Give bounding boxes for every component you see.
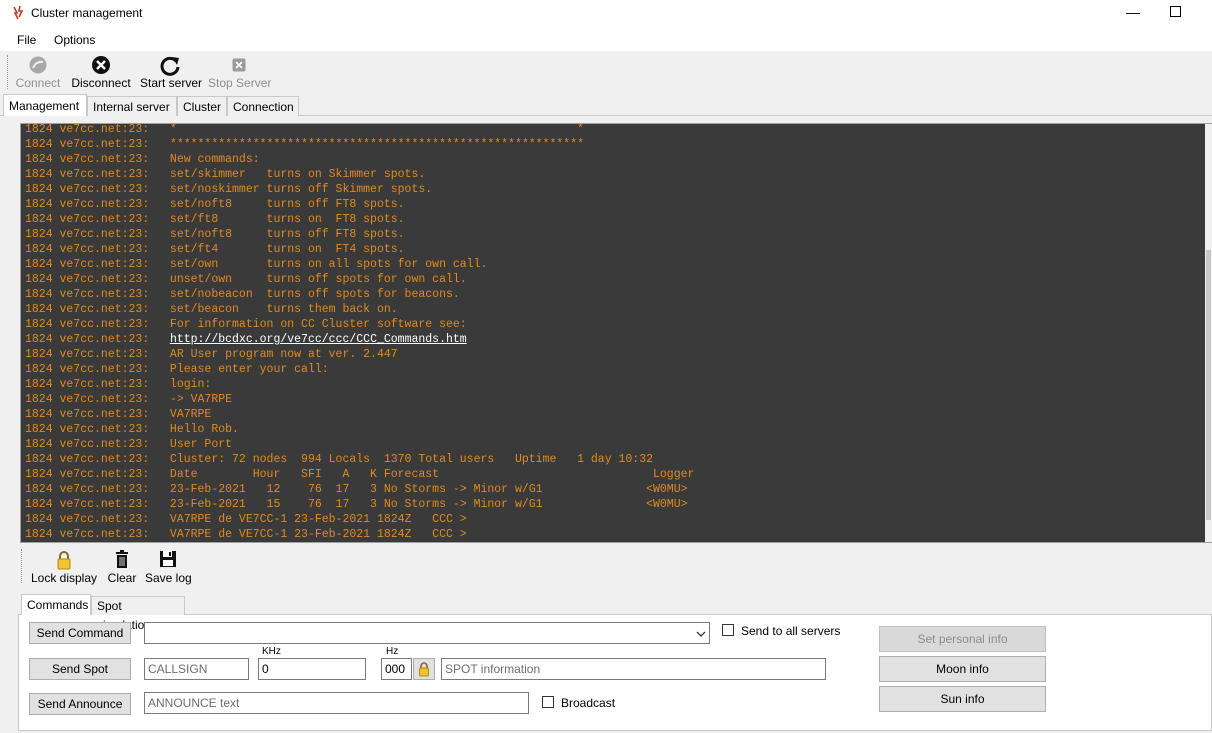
terminal-line: 1824 ve7cc.net:23: Please enter your cal… xyxy=(25,363,329,376)
cluster-terminal[interactable]: 1824 ve7cc.net:23: * * 1824 ve7cc.net:23:… xyxy=(21,124,1205,542)
terminal-line: 1824 ve7cc.net:23: 23-Feb-2021 15 76 17 … xyxy=(25,498,688,511)
terminal-line: 1824 ve7cc.net:23: set/noft8 turns off F… xyxy=(25,228,405,241)
maximize-button[interactable] xyxy=(1170,6,1181,17)
sun-info-button[interactable]: Sun info xyxy=(879,686,1046,712)
terminal-line: 1824 ve7cc.net:23: set/noft8 turns off F… xyxy=(25,198,405,211)
terminal-line: 1824 ve7cc.net:23: set/nobeacon turns of… xyxy=(25,288,460,301)
send-command-button[interactable]: Send Command xyxy=(29,622,131,644)
refresh-icon xyxy=(160,56,180,76)
stop-server-label: Stop Server xyxy=(208,76,272,90)
save-log-label: Save log xyxy=(145,571,192,585)
frequency-lock-button[interactable] xyxy=(413,658,435,680)
broadcast-label: Broadcast xyxy=(561,696,616,710)
window-title: Cluster management xyxy=(31,6,143,20)
terminal-line: 1824 ve7cc.net:23: login: xyxy=(25,378,212,391)
terminal-line: 1824 ve7cc.net:23: set/ft8 turns on FT8 … xyxy=(25,213,405,226)
moon-info-button[interactable]: Moon info xyxy=(879,656,1046,682)
khz-label: KHz xyxy=(262,646,281,657)
send-announce-button[interactable]: Send Announce xyxy=(29,693,131,715)
terminal-line: 1824 ve7cc.net:23: Cluster: 72 nodes 994… xyxy=(25,453,654,466)
terminal-line: 1824 ve7cc.net:23: AR User program now a… xyxy=(25,348,398,361)
hz-label: Hz xyxy=(386,646,399,657)
clear-button[interactable]: Clear xyxy=(106,549,138,587)
toolbar-grip[interactable] xyxy=(7,55,10,89)
tab-internal-server[interactable]: Internal server xyxy=(87,96,177,116)
start-server-button[interactable]: Start server xyxy=(140,54,203,92)
send-spot-button[interactable]: Send Spot xyxy=(29,658,131,680)
lock-icon xyxy=(57,551,71,570)
terminal-line: 1824 ve7cc.net:23: Date Hour SFI A K For… xyxy=(25,468,695,481)
terminal-line: 1824 ve7cc.net:23: VA7RPE de VE7CC-1 23-… xyxy=(25,513,467,526)
spot-info-input[interactable]: SPOT information xyxy=(441,658,826,680)
terminal-line: 1824 ve7cc.net:23: 23-Feb-2021 12 76 17 … xyxy=(25,483,688,496)
callsign-input[interactable]: CALLSIGN xyxy=(144,658,249,680)
terminal-line: 1824 ve7cc.net:23: New commands: xyxy=(25,153,260,166)
disconnect-icon xyxy=(92,56,110,74)
tab-management[interactable]: Management xyxy=(3,94,87,116)
lock-icon xyxy=(419,662,429,677)
set-personal-info-button[interactable]: Set personal info xyxy=(879,626,1046,652)
clear-label: Clear xyxy=(107,571,137,585)
terminal-line: 1824 ve7cc.net:23: Hello Rob. xyxy=(25,423,239,436)
terminal-line: 1824 ve7cc.net:23: set/beacon turns them… xyxy=(25,303,398,316)
terminal-line: 1824 ve7cc.net:23: VA7RPE de VE7CC-1 23-… xyxy=(25,528,467,541)
connect-button[interactable]: Connect xyxy=(13,54,63,92)
disconnect-label: Disconnect xyxy=(71,76,131,90)
app-icon xyxy=(13,5,24,20)
minimize-button[interactable]: — xyxy=(1125,4,1141,20)
terminal-line: 1824 ve7cc.net:23: *********************… xyxy=(25,138,584,151)
terminal-line: 1824 ve7cc.net:23: -> VA7RPE xyxy=(25,393,233,406)
menu-file[interactable]: File xyxy=(17,33,36,47)
save-log-button[interactable]: Save log xyxy=(145,549,192,587)
terminal-line: 1824 ve7cc.net:23: * * xyxy=(25,124,584,136)
title-bar xyxy=(0,0,1212,27)
announce-input[interactable]: ANNOUNCE text xyxy=(144,692,529,714)
terminal-line: 1824 ve7cc.net:23: http://bcdxc.org/ve7c… xyxy=(25,333,467,346)
connect-label: Connect xyxy=(15,76,61,90)
menu-bar xyxy=(0,27,1212,51)
send-to-all-label: Send to all servers xyxy=(741,624,841,638)
terminal-line: 1824 ve7cc.net:23: set/noskimmer turns o… xyxy=(25,183,433,196)
command-combobox[interactable] xyxy=(144,622,710,644)
lock-display-button[interactable]: Lock display xyxy=(30,549,98,587)
trash-icon xyxy=(116,550,128,568)
lock-display-label: Lock display xyxy=(30,571,98,585)
disconnect-button[interactable]: Disconnect xyxy=(70,54,132,92)
chevron-down-icon[interactable] xyxy=(695,628,707,640)
stop-icon xyxy=(232,58,246,72)
terminal-line: 1824 ve7cc.net:23: unset/own turns off s… xyxy=(25,273,467,286)
terminal-line: 1824 ve7cc.net:23: For information on CC… xyxy=(25,318,467,331)
terminal-line: 1824 ve7cc.net:23: User Port xyxy=(25,438,233,451)
terminal-line: 1824 ve7cc.net:23: set/ft4 turns on FT4 … xyxy=(25,243,405,256)
broadcast-checkbox[interactable] xyxy=(542,696,554,708)
terminal-scroll-thumb[interactable] xyxy=(1206,250,1211,520)
terminal-line: 1824 ve7cc.net:23: set/own turns on all … xyxy=(25,258,488,271)
connect-icon xyxy=(29,56,47,74)
send-to-all-checkbox[interactable] xyxy=(722,624,734,636)
commands-link[interactable]: http://bcdxc.org/ve7cc/ccc/CCC_Commands.… xyxy=(170,333,467,346)
log-toolbar-grip[interactable] xyxy=(21,549,24,583)
tab-connection[interactable]: Connection xyxy=(227,96,299,116)
hz-input[interactable]: 000 xyxy=(381,658,412,680)
khz-input[interactable]: 0 xyxy=(258,658,366,680)
start-server-label: Start server xyxy=(140,76,203,90)
terminal-line: 1824 ve7cc.net:23: set/skimmer turns on … xyxy=(25,168,426,181)
tab-spot-simulation[interactable]: Spot simulation xyxy=(91,596,185,632)
terminal-line: 1824 ve7cc.net:23: VA7RPE xyxy=(25,408,212,421)
tab-commands[interactable]: Commands xyxy=(21,594,91,615)
stop-server-button[interactable]: Stop Server xyxy=(208,54,272,92)
save-icon xyxy=(160,551,176,567)
tab-cluster[interactable]: Cluster xyxy=(177,96,227,116)
menu-options[interactable]: Options xyxy=(54,33,95,47)
